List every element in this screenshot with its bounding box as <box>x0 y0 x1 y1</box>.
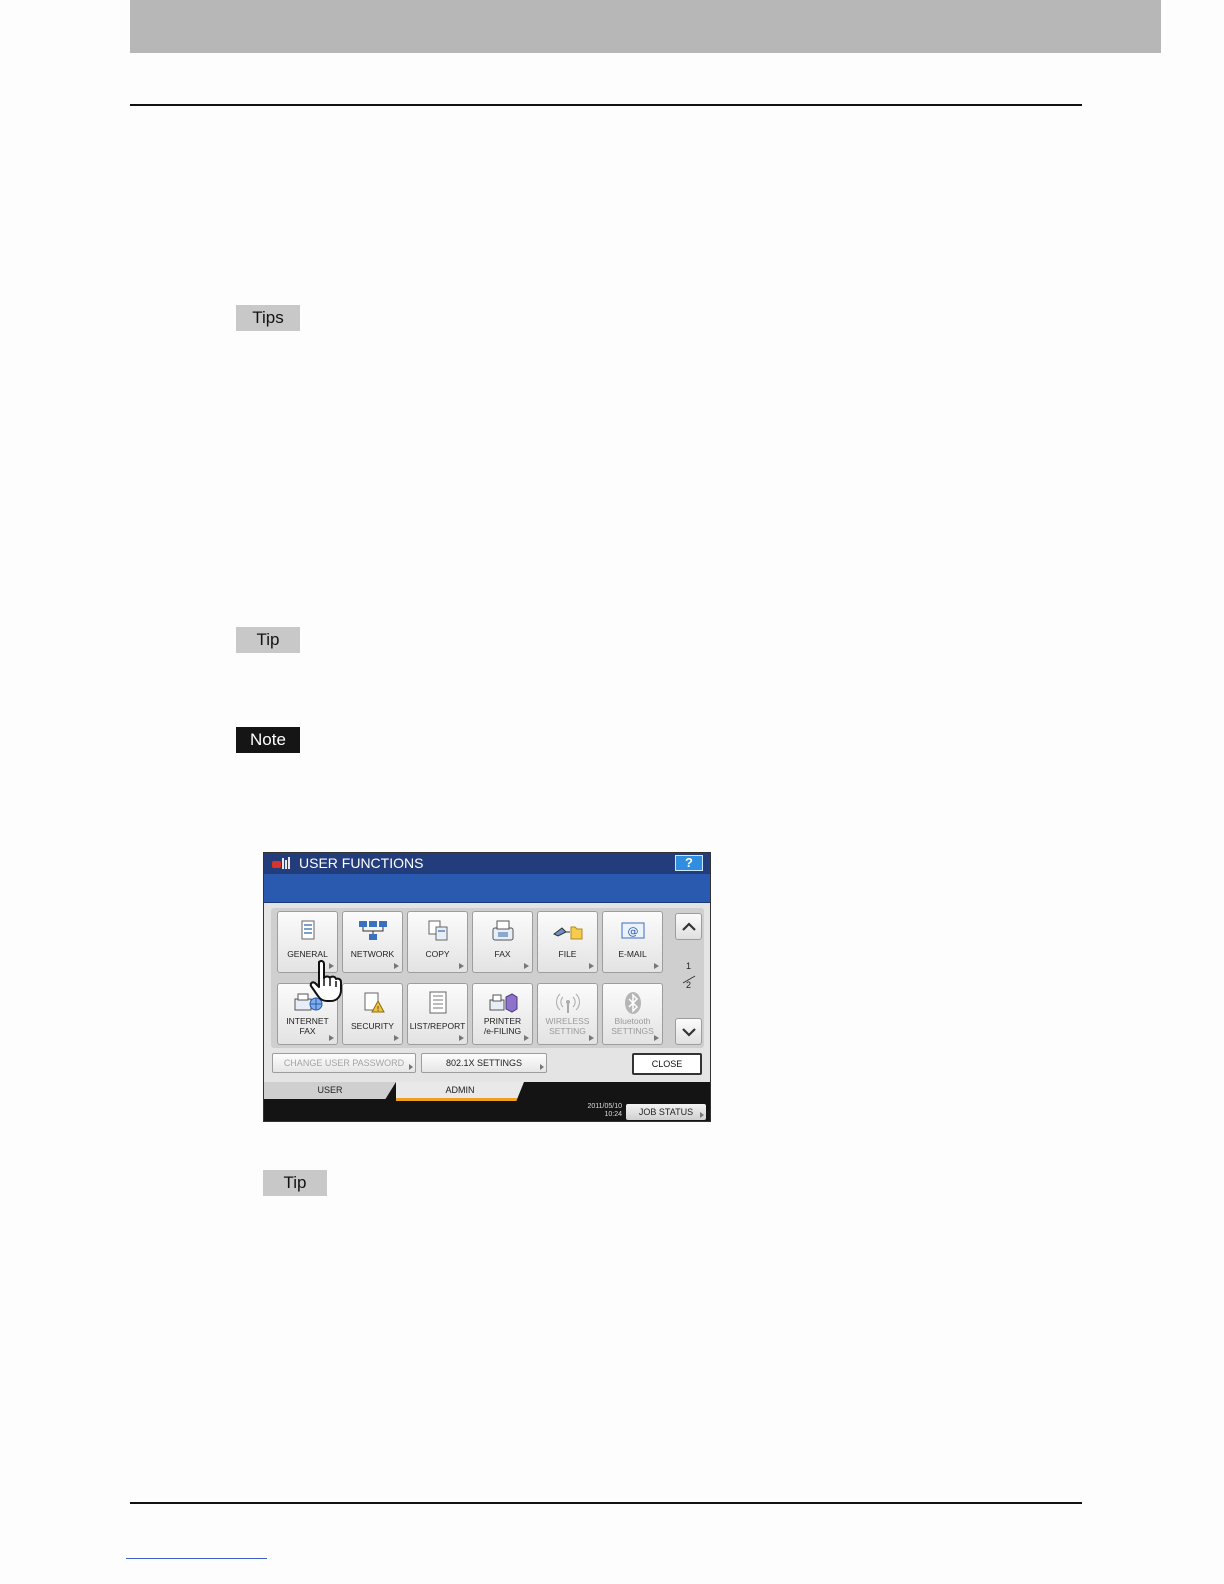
list-report-icon <box>429 991 446 1014</box>
arrow-icon <box>394 963 399 969</box>
bluetooth-icon <box>624 992 641 1014</box>
date-display: 2011/05/10 <box>587 1103 622 1110</box>
button-label: LIST/REPORT <box>409 1021 466 1031</box>
802-1x-settings-button[interactable]: 802.1X SETTINGS <box>421 1053 547 1073</box>
change-user-password-button[interactable]: CHANGE USER PASSWORD <box>272 1053 416 1073</box>
printer-efiling-button[interactable]: PRINTER /e-FILING <box>472 983 533 1045</box>
page-current: 1 <box>685 961 691 971</box>
arrow-icon <box>700 1112 704 1118</box>
arrow-icon <box>329 1035 334 1041</box>
page-scroller: 1 2 <box>673 908 704 1048</box>
footer-rule <box>130 1502 1082 1504</box>
button-label: FILE <box>558 949 577 959</box>
tip-label-2: Tip <box>263 1170 327 1196</box>
footer-link-underline[interactable] <box>126 1558 267 1559</box>
button-label: SECURITY <box>351 1021 394 1031</box>
message-bar <box>264 874 710 903</box>
svg-text:!: ! <box>376 1005 379 1013</box>
job-status-button[interactable]: JOB STATUS <box>626 1104 706 1120</box>
list-report-button[interactable]: LIST/REPORT <box>407 983 468 1045</box>
button-label: FAX <box>494 949 511 959</box>
button-label: INTERNET FAX <box>286 1016 329 1036</box>
network-icon <box>358 921 387 940</box>
fax-icon <box>492 920 513 941</box>
button-label: Bluetooth SETTINGS <box>611 1016 654 1036</box>
file-button[interactable]: FILE <box>537 911 598 973</box>
chevron-down-icon <box>682 1028 696 1037</box>
button-label: NETWORK <box>350 949 395 959</box>
arrow-icon <box>459 1035 464 1041</box>
arrow-icon <box>654 1035 659 1041</box>
scroll-up-button[interactable] <box>675 913 702 940</box>
printer-efiling-icon <box>489 993 517 1013</box>
tab-bar: USER ADMIN 2011/05/10 10:24 JOB STATUS <box>264 1082 710 1121</box>
copy-button[interactable]: COPY <box>407 911 468 973</box>
general-icon <box>301 920 314 940</box>
arrow-icon <box>524 963 529 969</box>
header-rule <box>130 104 1082 106</box>
header-band <box>130 0 1161 53</box>
tip-label: Tip <box>236 627 300 653</box>
pointing-hand-icon <box>309 959 342 1002</box>
svg-text:@: @ <box>627 925 638 938</box>
arrow-icon <box>589 1035 594 1041</box>
page-total: 2 <box>685 980 691 990</box>
network-button[interactable]: NETWORK <box>342 911 403 973</box>
close-button[interactable]: CLOSE <box>632 1053 702 1075</box>
email-button[interactable]: @ E-MAIL <box>602 911 663 973</box>
arrow-icon <box>409 1064 413 1070</box>
tips-label: Tips <box>236 305 300 331</box>
arrow-icon <box>524 1035 529 1041</box>
wireless-icon <box>555 993 580 1013</box>
arrow-icon <box>654 963 659 969</box>
time-display: 10:24 <box>604 1111 622 1118</box>
security-icon: ! <box>364 992 385 1013</box>
button-label: WIRELESS SETTING <box>545 1016 590 1036</box>
chevron-up-icon <box>682 922 696 931</box>
scroll-down-button[interactable] <box>675 1018 702 1045</box>
button-label: E-MAIL <box>618 949 647 959</box>
arrow-icon <box>540 1064 544 1070</box>
fax-button[interactable]: FAX <box>472 911 533 973</box>
arrow-icon <box>394 1035 399 1041</box>
button-label: PRINTER /e-FILING <box>483 1016 522 1036</box>
tab-admin[interactable]: ADMIN <box>396 1082 524 1101</box>
copy-icon <box>428 920 447 941</box>
button-label: 802.1X SETTINGS <box>445 1058 523 1068</box>
help-button[interactable]: ? <box>675 855 703 871</box>
wireless-setting-button[interactable]: WIRELESS SETTING <box>537 983 598 1045</box>
arrow-icon <box>589 963 594 969</box>
file-icon <box>552 926 582 940</box>
screen-title: USER FUNCTIONS <box>299 855 424 871</box>
user-functions-logo-icon <box>272 857 290 869</box>
arrow-icon <box>459 963 464 969</box>
email-icon: @ <box>621 922 644 939</box>
button-label: JOB STATUS <box>638 1107 694 1117</box>
title-bar: USER FUNCTIONS ? <box>264 853 710 874</box>
tab-user[interactable]: USER <box>264 1082 396 1099</box>
button-label: COPY <box>425 949 450 959</box>
security-button[interactable]: ! SECURITY <box>342 983 403 1045</box>
bluetooth-settings-button[interactable]: Bluetooth SETTINGS <box>602 983 663 1045</box>
note-label: Note <box>236 727 300 753</box>
button-label: CHANGE USER PASSWORD <box>283 1058 405 1068</box>
